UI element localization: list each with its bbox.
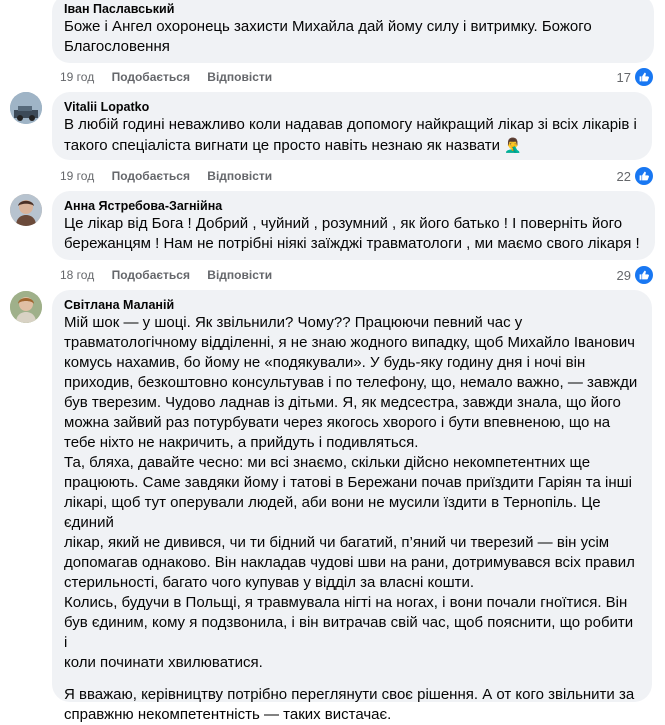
comment-author[interactable]: Vitalii Lopatko (64, 99, 640, 115)
comment-bubble: Vitalii Lopatko В любій годині неважливо… (52, 92, 652, 160)
comment-bubble: Світлана Маланій Мій шок — у шоці. Як зв… (52, 290, 652, 723)
reply-button[interactable]: Відповісти (207, 70, 272, 84)
reaction-number: 22 (616, 168, 631, 184)
reaction-count[interactable]: 22 (617, 167, 653, 185)
comment-author[interactable]: Іван Паславський (64, 1, 642, 17)
like-button[interactable]: Подобається (112, 268, 190, 282)
comment-time[interactable]: 19 год (60, 70, 94, 84)
comment-text: Боже і Ангел охоронець захисти Михайла д… (64, 18, 592, 55)
comment-author[interactable]: Світлана Маланій (64, 297, 640, 313)
comment-time[interactable]: 18 год (60, 268, 94, 282)
comment-text: В любій годині неважливо коли надавав до… (64, 116, 637, 154)
reaction-number: 17 (616, 69, 631, 85)
comment-actions: 18 год Подобається Відповісти (60, 267, 286, 283)
like-button[interactable]: Подобається (112, 70, 190, 84)
like-icon (635, 266, 653, 284)
like-icon (635, 68, 653, 86)
like-icon (635, 167, 653, 185)
reply-button[interactable]: Відповісти (207, 169, 272, 183)
reaction-count[interactable]: 17 (617, 68, 653, 86)
comment-bubble: Іван Паславський Боже і Ангел охоронець … (52, 0, 654, 63)
reply-button[interactable]: Відповісти (207, 268, 272, 282)
comment-actions: 19 год Подобається Відповісти (60, 168, 286, 184)
avatar[interactable] (10, 92, 42, 124)
comment-text: Це лікар від Бога ! Добрий , чуйний , ро… (64, 215, 640, 252)
facepalm-icon: 🤦‍♂️ (504, 137, 522, 153)
reaction-number: 29 (616, 267, 631, 283)
comment-actions: 19 год Подобається Відповісти (60, 69, 286, 85)
like-button[interactable]: Подобається (112, 169, 190, 183)
reaction-count[interactable]: 29 (617, 266, 653, 284)
comment-time[interactable]: 19 год (60, 169, 94, 183)
avatar[interactable] (10, 194, 42, 226)
comment-bubble: Анна Ястребова-Загнійна Це лікар від Бог… (52, 191, 655, 260)
comment-text: Мій шок — у шоці. Як звільнили? Чому?? П… (64, 314, 638, 723)
comment-author[interactable]: Анна Ястребова-Загнійна (64, 198, 643, 214)
avatar[interactable] (10, 291, 42, 323)
